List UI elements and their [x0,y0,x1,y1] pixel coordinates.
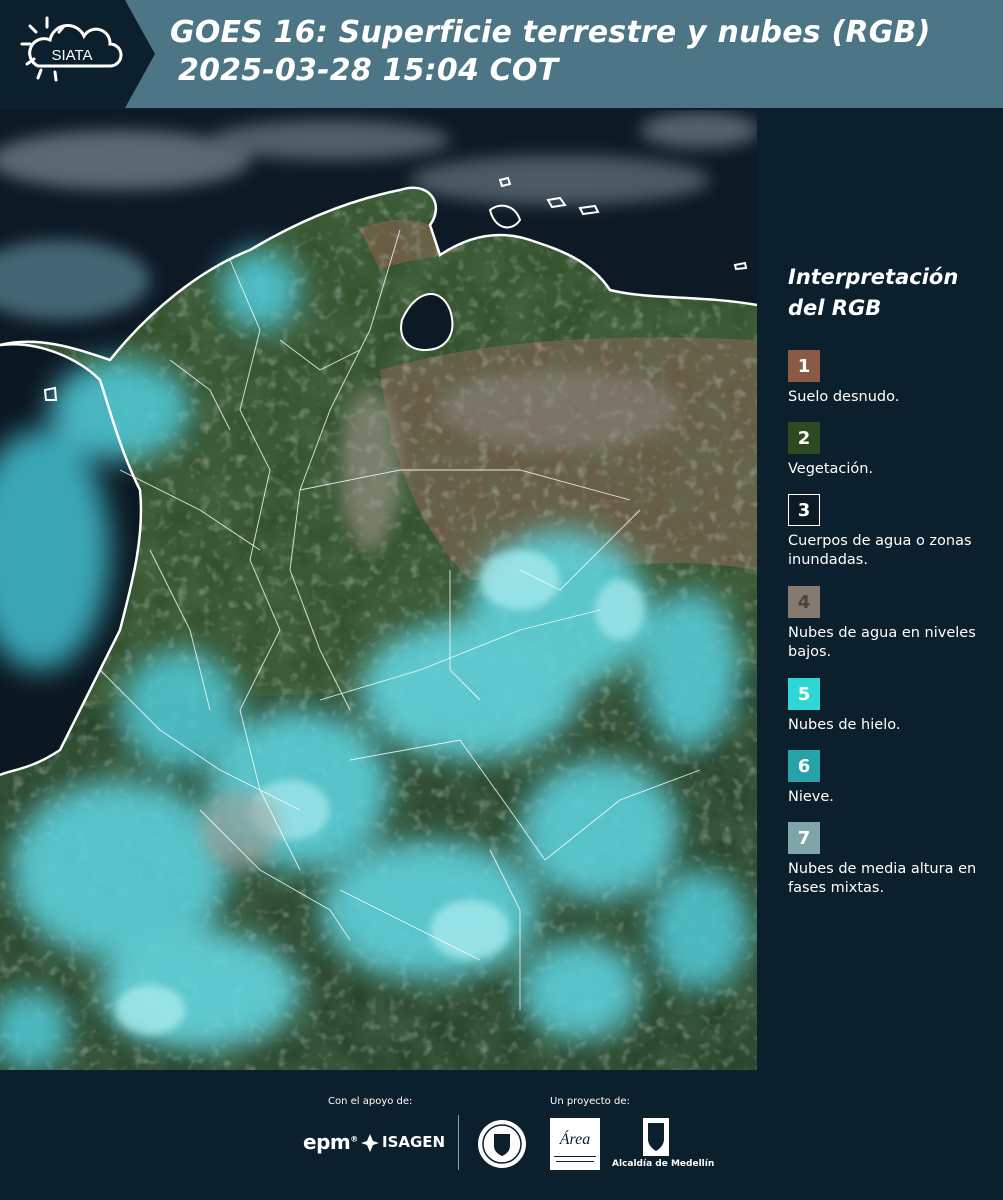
legend-swatch: 1 [788,350,820,382]
project-label: Un proyecto de: [550,1096,630,1107]
isagen-mark-icon [361,1134,379,1152]
satellite-map [0,110,757,1070]
page-title: GOES 16: Superficie terrestre y nubes (R… [170,14,931,90]
header-bar: SIATA GOES 16: Superficie terrestre y nu… [0,0,1003,108]
svg-text:SIATA: SIATA [51,47,92,64]
legend-item-bare-soil: 1 Suelo desnudo. [788,350,993,422]
legend-label: Nubes de agua en niveles bajos. [788,625,976,660]
legend-item-vegetation: 2 Vegetación. [788,422,993,494]
isagen-logo: ISAGEN [382,1133,446,1151]
svg-text:Área: Área [559,1129,591,1148]
epm-logo: epm® [303,1130,358,1154]
legend-swatch: 5 [788,678,820,710]
legend-swatch: 7 [788,822,820,854]
area-metropolitana-logo: Área [550,1118,600,1170]
alcaldia-label: Alcaldía de Medellín [612,1159,715,1169]
legend-item-mid-level-clouds: 7 Nubes de media altura en fases mixtas. [788,822,993,914]
legend-item-water-bodies: 3 Cuerpos de agua o zonas inundadas. [788,494,993,586]
legend-item-snow: 6 Nieve. [788,750,993,822]
support-label: Con el apoyo de: [328,1096,413,1107]
legend-label: Nieve. [788,789,834,805]
legend-label: Nubes de media altura en fases mixtas. [788,861,977,896]
legend-swatch: 6 [788,750,820,782]
legend-label: Nubes de hielo. [788,717,901,733]
legend-title: Interpretación del RGB [788,262,993,324]
legend-title-line1: Interpretación [788,265,959,289]
legend-item-low-water-clouds: 4 Nubes de agua en niveles bajos. [788,586,993,678]
legend-swatch: 3 [788,494,820,526]
legend-title-line2: del RGB [788,296,882,320]
footer-divider [458,1115,459,1170]
title-datetime: 2025-03-28 15:04 COT [178,53,559,88]
siata-logo: SIATA [0,0,155,108]
legend-swatch: 2 [788,422,820,454]
legend-swatch: 4 [788,586,820,618]
medellin-seal-icon [478,1120,526,1168]
legend-label: Vegetación. [788,461,874,477]
legend-label: Suelo desnudo. [788,389,900,405]
epm-logo-text: epm [303,1130,351,1154]
rgb-legend: Interpretación del RGB 1 Suelo desnudo. … [788,262,993,914]
title-product: GOES 16: Superficie terrestre y nubes (R… [170,15,931,50]
legend-item-ice-clouds: 5 Nubes de hielo. [788,678,993,750]
legend-label: Cuerpos de agua o zonas inundadas. [788,533,972,568]
alcaldia-shield-icon [643,1118,669,1156]
